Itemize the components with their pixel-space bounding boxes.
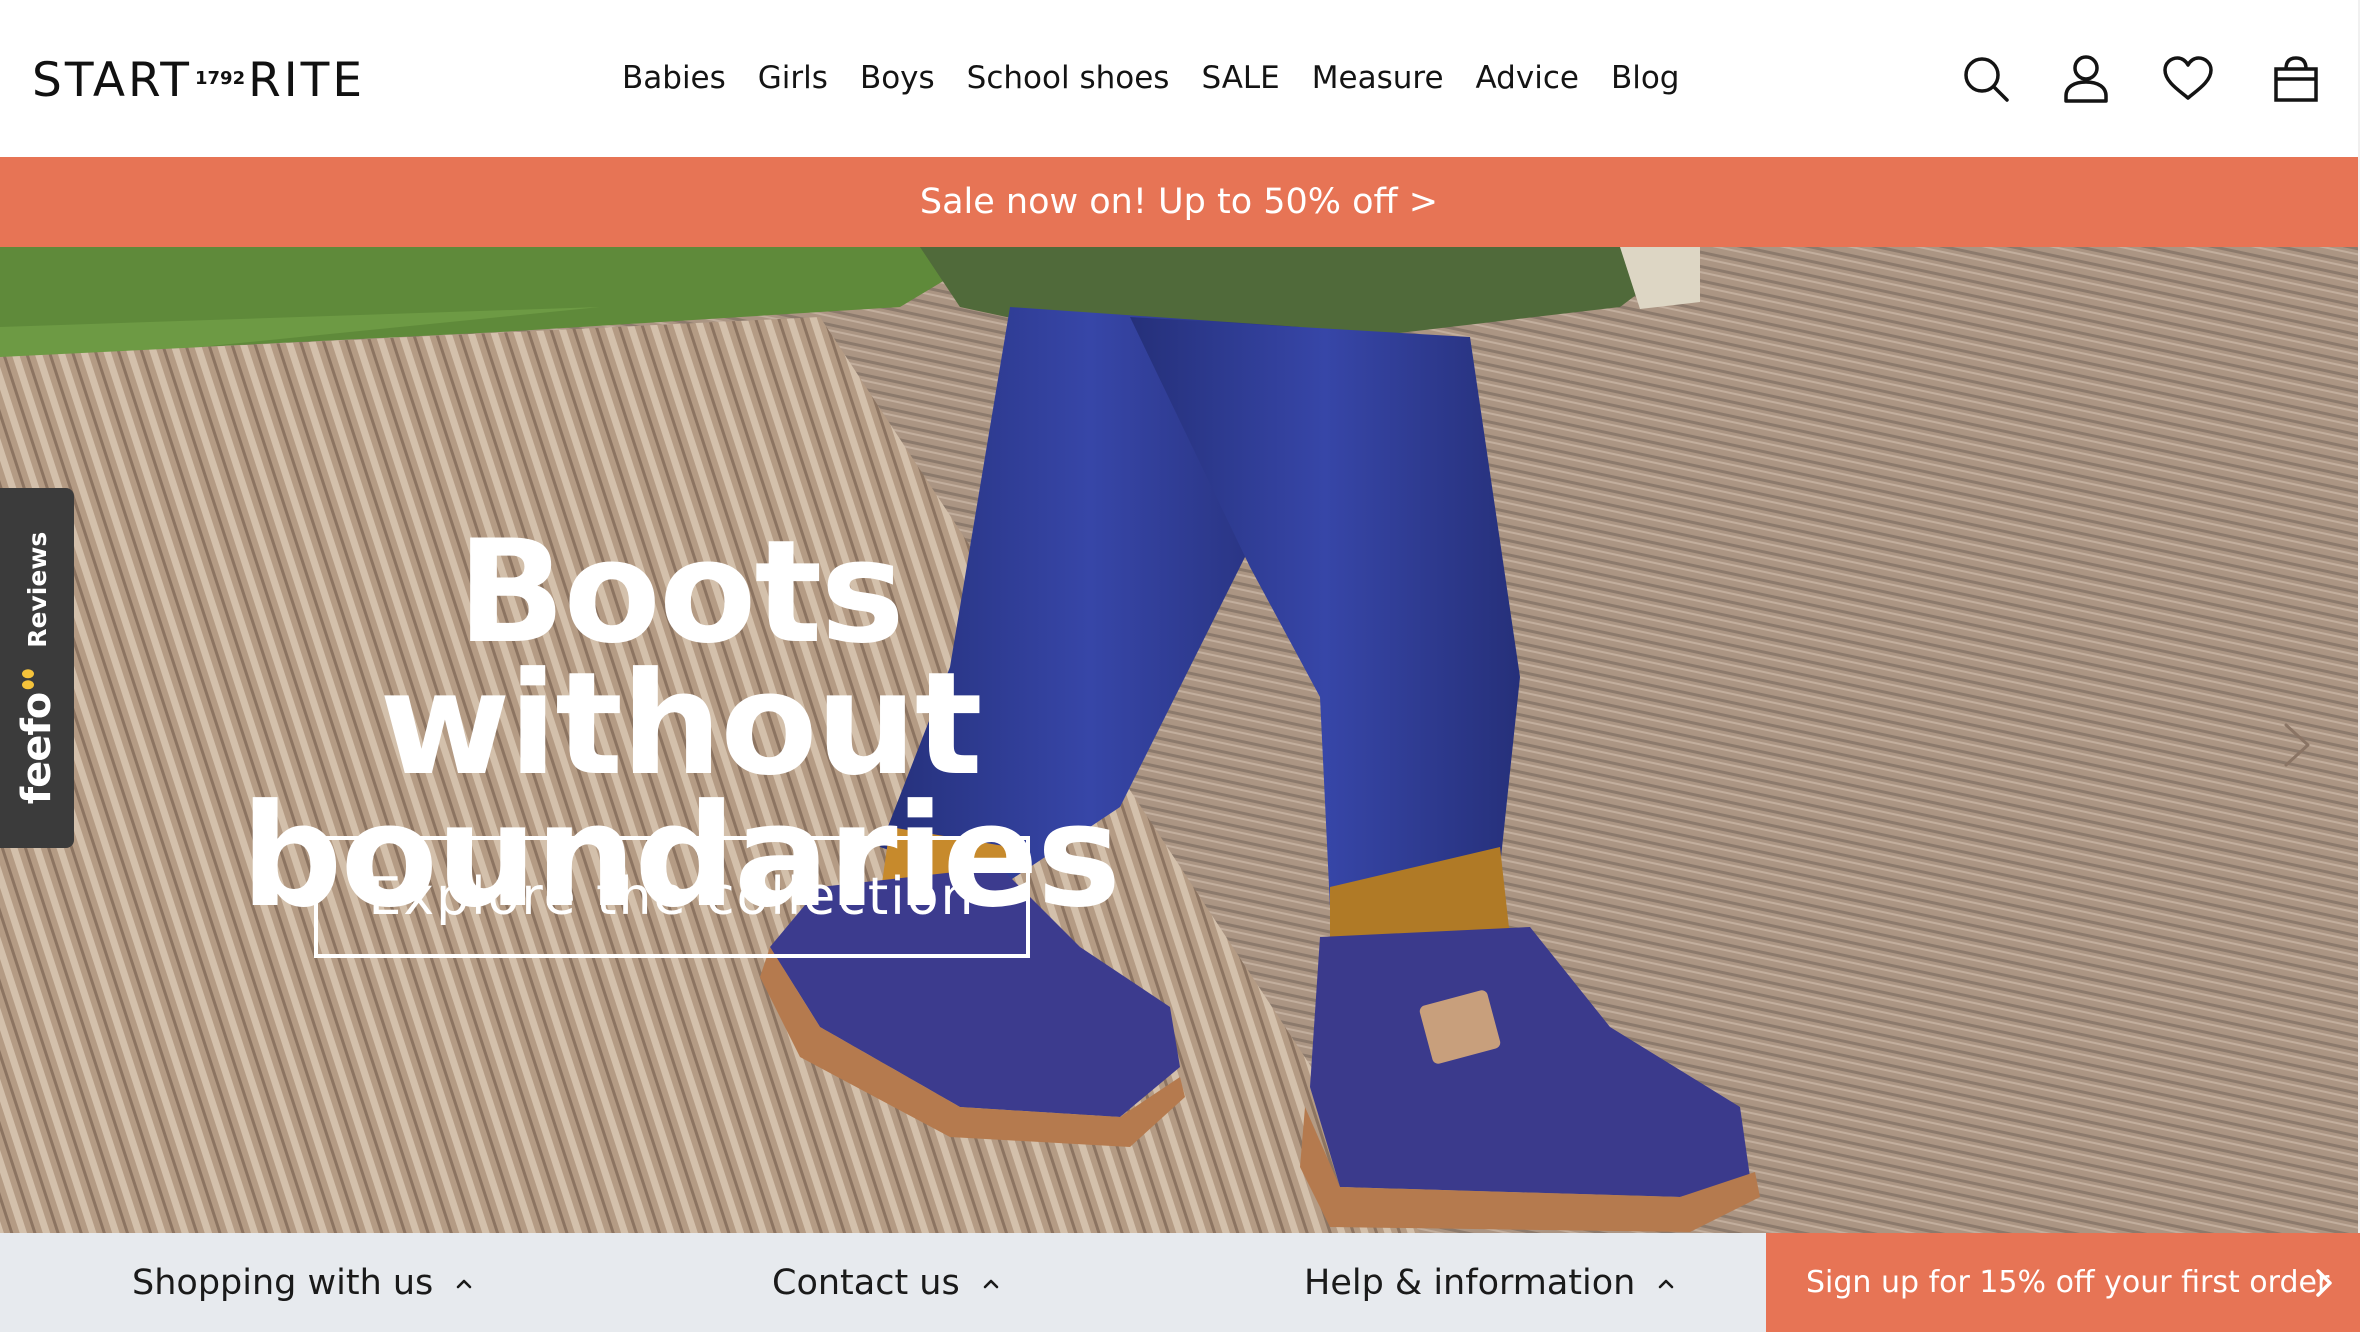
- feefo-label: Reviews: [22, 531, 52, 648]
- footer-shopping-with-us[interactable]: Shopping with us: [132, 1233, 473, 1332]
- nav-item-girls[interactable]: Girls: [758, 60, 828, 96]
- logo-text-start: START: [32, 52, 192, 108]
- footer-contact-us[interactable]: Contact us: [772, 1233, 1000, 1332]
- nav-item-school-shoes[interactable]: School shoes: [967, 60, 1170, 96]
- nav-item-measure[interactable]: Measure: [1312, 60, 1444, 96]
- chevron-right-icon: [2316, 1269, 2332, 1297]
- explore-collection-button[interactable]: Explore the collection: [314, 836, 1030, 958]
- account-icon[interactable]: [2056, 46, 2116, 112]
- feefo-dots-icon: [22, 669, 34, 690]
- feefo-brand: feefo: [14, 692, 60, 805]
- nav-item-babies[interactable]: Babies: [622, 60, 726, 96]
- footer-bar: Shopping with us Contact us Help & infor…: [0, 1233, 2360, 1332]
- promo-banner[interactable]: Sale now on! Up to 50% off >: [0, 157, 2358, 247]
- nav-item-blog[interactable]: Blog: [1611, 60, 1680, 96]
- hero-banner: Boots without boundaries Explore the col…: [0, 247, 2358, 1233]
- nav-item-boys[interactable]: Boys: [860, 60, 935, 96]
- bag-icon[interactable]: [2266, 46, 2326, 112]
- signup-label: Sign up for 15% off your first order: [1806, 1265, 2330, 1300]
- chevron-up-icon: [1659, 1279, 1674, 1288]
- newsletter-signup-button[interactable]: Sign up for 15% off your first order: [1766, 1233, 2360, 1332]
- logo-text-rite: RITE: [248, 52, 366, 108]
- chevron-up-icon: [456, 1279, 472, 1288]
- main-nav: Babies Girls Boys School shoes SALE Meas…: [622, 54, 1711, 102]
- footer-contact-label: Contact us: [772, 1262, 960, 1303]
- feefo-logo: feefo: [14, 669, 60, 805]
- footer-help-label: Help & information: [1304, 1262, 1636, 1303]
- nav-item-advice[interactable]: Advice: [1476, 60, 1579, 96]
- nav-item-sale[interactable]: SALE: [1201, 60, 1279, 96]
- feefo-reviews-tab[interactable]: feefo Reviews: [0, 488, 74, 848]
- footer-shopping-label: Shopping with us: [132, 1262, 434, 1303]
- chevron-right-icon[interactable]: [2268, 717, 2324, 773]
- hero-heading-line1: Boots without: [379, 510, 982, 807]
- feefo-badge: feefo Reviews: [14, 532, 60, 805]
- brand-logo[interactable]: START 1792 RITE: [32, 50, 365, 110]
- heart-icon[interactable]: [2158, 46, 2218, 112]
- chevron-up-icon: [983, 1279, 999, 1288]
- header-actions: [1930, 46, 2360, 112]
- search-icon[interactable]: [1956, 46, 2016, 112]
- site-header: START 1792 RITE Babies Girls Boys School…: [0, 0, 2360, 157]
- logo-year: 1792: [195, 67, 246, 89]
- footer-help-information[interactable]: Help & information: [1304, 1233, 1675, 1332]
